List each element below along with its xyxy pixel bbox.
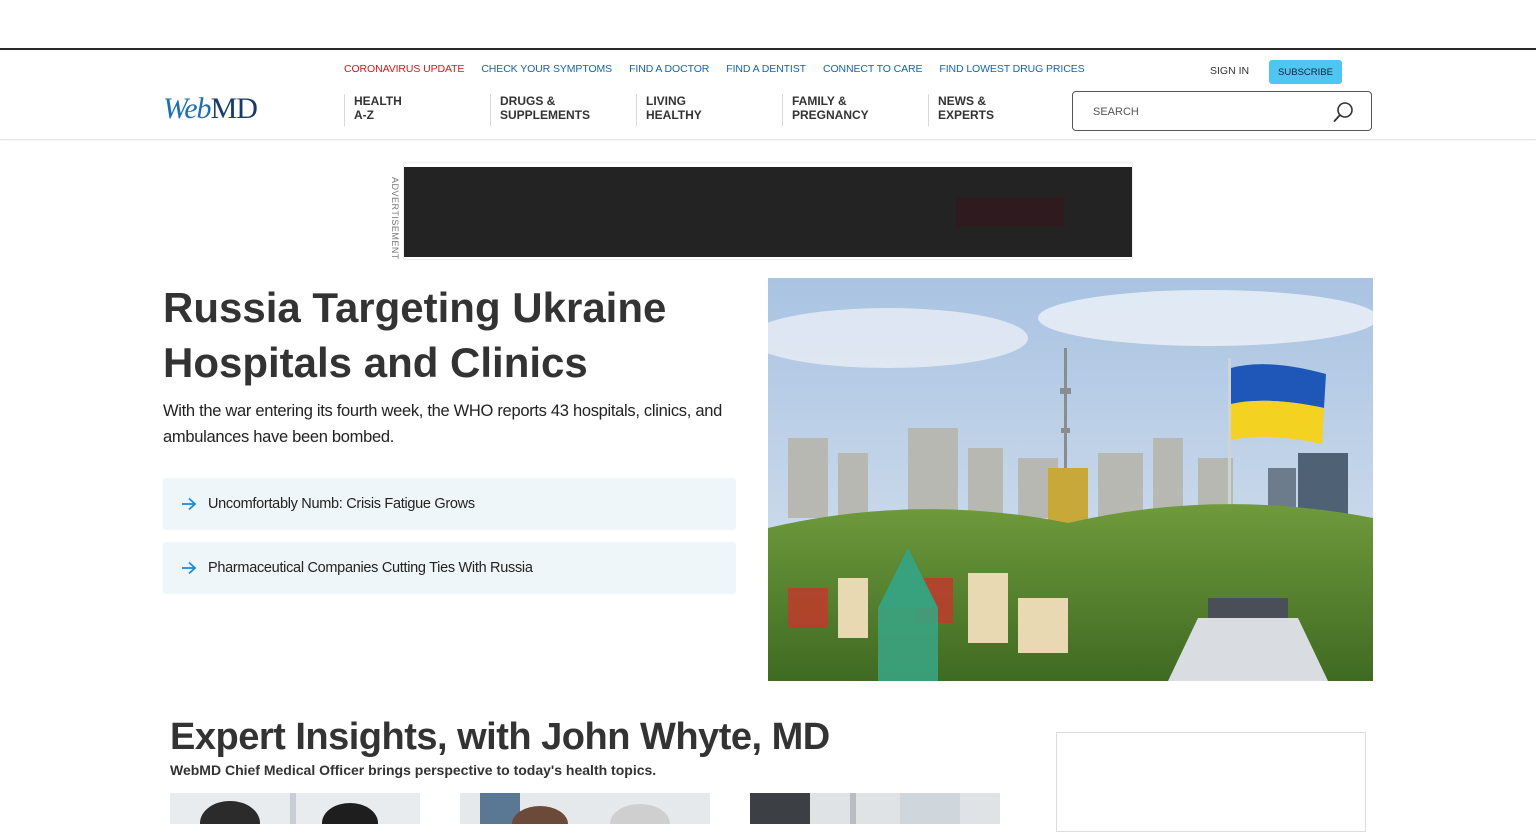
site-header: CORONAVIRUS UPDATE CHECK YOUR SYMPTOMS F… bbox=[0, 52, 1536, 140]
related-link-label: Pharmaceutical Companies Cutting Ties Wi… bbox=[208, 560, 533, 576]
nav-family-pregnancy[interactable]: FAMILY & PREGNANCY bbox=[782, 94, 928, 126]
logo-md-text: MD bbox=[210, 92, 258, 125]
nav-label-line1: LIVING bbox=[646, 94, 687, 108]
hero-image-kyiv-skyline[interactable] bbox=[768, 278, 1373, 681]
related-link-label: Uncomfortably Numb: Crisis Fatigue Grows bbox=[208, 496, 475, 512]
thumbnail-image bbox=[170, 793, 420, 824]
nav-drugs-supplements[interactable]: DRUGS & SUPPLEMENTS bbox=[490, 94, 636, 126]
expert-video-thumbnail[interactable] bbox=[170, 793, 420, 824]
nav-label-line2: A-Z bbox=[354, 108, 374, 122]
kyiv-skyline-illustration bbox=[768, 278, 1373, 681]
expert-insights-heading[interactable]: Expert Insights, with John Whyte, MD bbox=[170, 716, 830, 759]
coronavirus-update-link[interactable]: CORONAVIRUS UPDATE bbox=[344, 63, 464, 75]
top-banner-area bbox=[0, 0, 1536, 50]
ad-container bbox=[403, 162, 1133, 260]
logo-web-text: Web bbox=[163, 92, 212, 125]
nav-news-experts[interactable]: NEWS & EXPERTS bbox=[928, 94, 1074, 126]
nav-label-line1: HEALTH bbox=[354, 94, 402, 108]
search-box bbox=[1072, 91, 1372, 131]
hero-subtitle: With the war entering its fourth week, t… bbox=[163, 402, 722, 446]
nav-label-line1: FAMILY & bbox=[792, 94, 847, 108]
nav-living-healthy[interactable]: LIVING HEALTHY bbox=[636, 94, 782, 126]
search-icon[interactable] bbox=[1333, 101, 1355, 123]
nav-label-line2: EXPERTS bbox=[938, 108, 995, 122]
webmd-logo[interactable]: WebMD bbox=[163, 92, 258, 125]
arrow-right-icon bbox=[182, 497, 197, 511]
connect-to-care-link[interactable]: CONNECT TO CARE bbox=[823, 63, 923, 75]
nav-label-line1: NEWS & bbox=[938, 94, 986, 108]
thumbnail-image bbox=[750, 793, 1000, 824]
subscribe-button[interactable]: SUBSCRIBE bbox=[1269, 60, 1342, 84]
utility-nav: CORONAVIRUS UPDATE CHECK YOUR SYMPTOMS F… bbox=[344, 63, 1085, 75]
ad-accent-block bbox=[956, 197, 1064, 227]
nav-label-line2: PREGNANCY bbox=[792, 108, 869, 122]
arrow-right-icon bbox=[182, 561, 197, 575]
related-link-pharma[interactable]: Pharmaceutical Companies Cutting Ties Wi… bbox=[163, 542, 736, 594]
nav-label-line2: SUPPLEMENTS bbox=[500, 108, 591, 122]
related-link-crisis-fatigue[interactable]: Uncomfortably Numb: Crisis Fatigue Grows bbox=[163, 478, 736, 530]
nav-label-line2: HEALTHY bbox=[646, 108, 702, 122]
nav-health-az[interactable]: HEALTH A-Z bbox=[344, 94, 490, 126]
sidebar-ad-slot[interactable] bbox=[1056, 732, 1366, 832]
hero-headline[interactable]: Russia Targeting Ukraine Hospitals and C… bbox=[163, 280, 753, 390]
find-doctor-link[interactable]: FIND A DOCTOR bbox=[629, 63, 709, 75]
search-input[interactable] bbox=[1093, 102, 1333, 122]
expert-video-thumbnail[interactable] bbox=[750, 793, 1000, 824]
check-symptoms-link[interactable]: CHECK YOUR SYMPTOMS bbox=[481, 63, 612, 75]
expert-video-thumbnail[interactable] bbox=[460, 793, 710, 824]
expert-insights-subtitle: WebMD Chief Medical Officer brings persp… bbox=[170, 762, 657, 778]
thumbnail-image bbox=[460, 793, 710, 824]
nav-label-line1: DRUGS & bbox=[500, 94, 556, 108]
advertisement-label: ADVERTISEMENT bbox=[390, 177, 400, 260]
find-dentist-link[interactable]: FIND A DENTIST bbox=[726, 63, 806, 75]
main-nav: HEALTH A-Z DRUGS & SUPPLEMENTS LIVING HE… bbox=[344, 94, 1074, 126]
drug-prices-link[interactable]: FIND LOWEST DRUG PRICES bbox=[939, 63, 1084, 75]
sign-in-link[interactable]: SIGN IN bbox=[1210, 65, 1249, 77]
ad-banner[interactable] bbox=[404, 167, 1132, 257]
